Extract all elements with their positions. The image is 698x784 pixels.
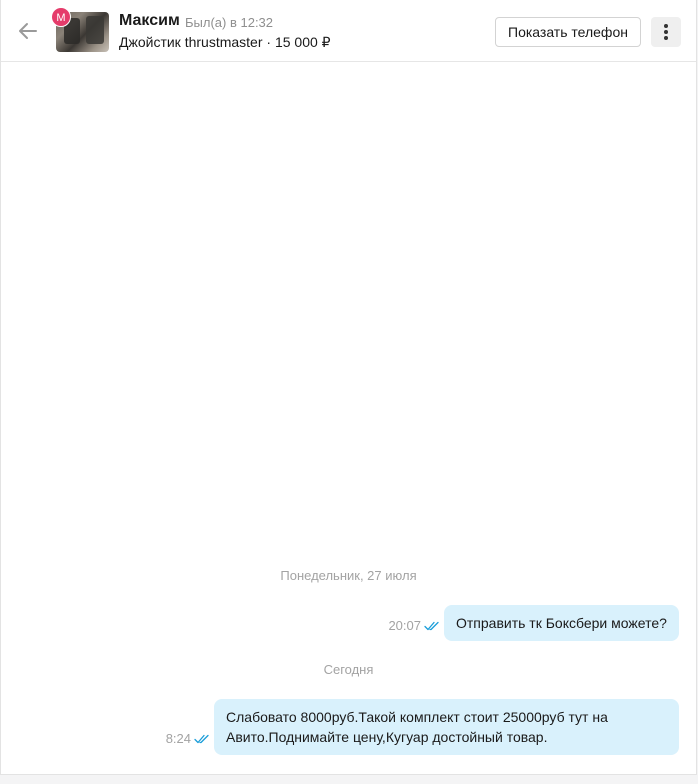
message-bubble[interactable]: Слабовато 8000руб.Такой комплект стоит 2… — [214, 699, 679, 755]
message-text: Отправить тк Боксбери можете? — [456, 615, 667, 631]
message-time: 8:24 — [165, 731, 191, 746]
last-seen-status: Был(а) в 12:32 — [185, 15, 274, 30]
message-text-line: Авито.Поднимайте цену,Кугуар достойный т… — [226, 729, 548, 745]
chat-window: М Максим Был(а) в 12:32 Джойстик thrustm… — [0, 0, 697, 775]
message-meta: 20:07 — [388, 618, 440, 633]
message-text-line: Слабовато 8000руб.Такой комплект стоит 2… — [226, 709, 608, 725]
chat-header: М Максим Был(а) в 12:32 Джойстик thrustm… — [1, 0, 696, 62]
date-separator: Сегодня — [323, 662, 374, 677]
more-dots-icon — [664, 24, 668, 28]
message-row: 20:07 Отправить тк Боксбери можете? — [388, 605, 679, 641]
double-check-icon — [194, 734, 209, 743]
item-title-price[interactable]: Джойстик thrustmaster · 15 000 ₽ — [119, 34, 331, 51]
avatar: М — [51, 7, 71, 27]
show-phone-button[interactable]: Показать телефон — [495, 17, 641, 47]
contact-name[interactable]: Максим — [119, 12, 180, 30]
double-check-icon — [424, 621, 439, 630]
message-meta: 8:24 — [166, 731, 210, 746]
message-row: 8:24 Слабовато 8000руб.Такой комплект ст… — [166, 699, 679, 755]
message-bubble[interactable]: Отправить тк Боксбери можете? — [444, 605, 679, 641]
more-menu-button[interactable] — [651, 17, 681, 47]
date-separator: Понедельник, 27 июля — [280, 568, 417, 583]
message-time: 20:07 — [388, 618, 421, 633]
arrow-left-icon[interactable] — [17, 20, 39, 42]
